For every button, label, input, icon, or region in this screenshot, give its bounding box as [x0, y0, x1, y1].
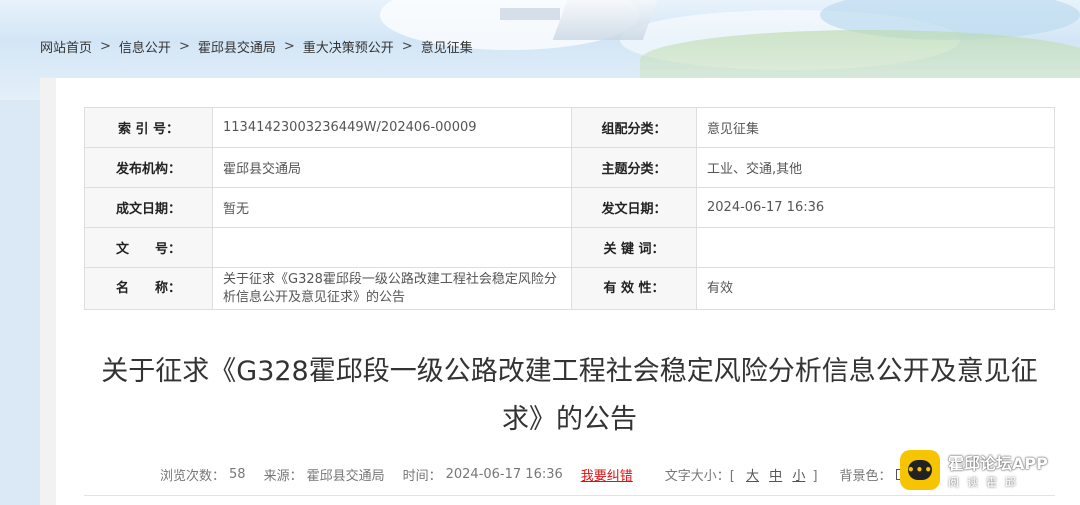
chat-bubble-icon: •••	[907, 460, 932, 480]
source-value: 霍邱县交通局	[306, 468, 385, 484]
content-edge-shade	[40, 78, 56, 505]
breadcrumb-separator: >	[100, 38, 111, 54]
meta-label-category: 组配分类：	[571, 107, 697, 148]
breadcrumb-home[interactable]: 网站首页	[40, 37, 92, 56]
document-meta-table: 索 引 号： 11341423003236449W/202406-00009 组…	[84, 107, 1055, 310]
time-label: 时间：	[402, 468, 442, 484]
meta-value-topic: 工业、交通,其他	[696, 147, 1055, 188]
meta-label-topic: 主题分类：	[571, 147, 697, 188]
font-size-control: 文字大小：[ 大 中 小 ]	[665, 465, 822, 484]
meta-value-publisher: 霍邱县交通局	[212, 147, 572, 188]
font-size-small-button[interactable]: 小	[792, 469, 805, 484]
meta-row: 名 称： 关于征求《G328霍邱段一级公路改建工程社会稳定风险分析信息公开及意见…	[84, 267, 1055, 310]
meta-label-validity: 有 效 性：	[571, 267, 697, 310]
article-info-bar: 浏览次数： 58 来源： 霍邱县交通局 时间： 2024-06-17 16:36…	[160, 464, 941, 484]
font-size-end: ]	[812, 468, 818, 484]
meta-value-name: 关于征求《G328霍邱段一级公路改建工程社会稳定风险分析信息公开及意见征求》的公…	[212, 267, 572, 310]
meta-row: 发布机构： 霍邱县交通局 主题分类： 工业、交通,其他	[84, 147, 1055, 188]
font-size-large-button[interactable]: 大	[746, 469, 759, 484]
breadcrumb-transport-bureau[interactable]: 霍邱县交通局	[198, 37, 276, 56]
article-title: 关于征求《G328霍邱段一级公路改建工程社会稳定风险分析信息公开及意见征求》的公…	[101, 356, 1038, 435]
meta-label-keywords: 关 键 词：	[571, 227, 697, 268]
breadcrumb-opinion-collection[interactable]: 意见征集	[421, 37, 473, 56]
meta-row: 成文日期： 暂无 发文日期： 2024-06-17 16:36	[84, 187, 1055, 228]
bg-color-label: 背景色：	[839, 468, 892, 484]
breadcrumb-separator: >	[283, 38, 295, 54]
meta-value-category: 意见征集	[696, 107, 1055, 148]
banner-bridge	[500, 8, 560, 20]
meta-value-keywords	[696, 227, 1055, 268]
watermark-subtitle: 阅读霍邱	[948, 476, 1024, 489]
meta-label-written-date: 成文日期：	[84, 187, 213, 228]
meta-value-written-date: 暂无	[212, 187, 572, 228]
meta-label-index: 索 引 号：	[84, 107, 213, 148]
meta-label-publisher: 发布机构：	[84, 147, 213, 188]
views-label: 浏览次数：	[160, 468, 226, 484]
meta-row: 文 号： 关 键 词：	[84, 227, 1055, 268]
meta-value-index: 11341423003236449W/202406-00009	[212, 107, 572, 148]
breadcrumb-info-public[interactable]: 信息公开	[119, 37, 171, 56]
time-value: 2024-06-17 16:36	[445, 466, 563, 482]
source-label: 来源：	[263, 468, 303, 484]
breadcrumb-separator: >	[178, 38, 190, 54]
font-size-label: 文字大小：[	[664, 468, 735, 484]
breadcrumb-separator: >	[401, 38, 413, 54]
watermark-text: 霍邱论坛APP 阅读霍邱	[948, 450, 1048, 490]
meta-label-doc-number: 文 号：	[84, 227, 213, 268]
banner-bridge	[552, 0, 658, 40]
app-watermark: ••• 霍邱论坛APP 阅读霍邱	[900, 448, 1070, 492]
content-panel: 索 引 号： 11341423003236449W/202406-00009 组…	[40, 78, 1080, 505]
breadcrumb: 网站首页 > 信息公开 > 霍邱县交通局 > 重大决策预公开 > 意见征集	[40, 36, 473, 56]
meta-label-issue-date: 发文日期：	[571, 187, 697, 228]
watermark-title: 霍邱论坛APP	[948, 454, 1048, 473]
breadcrumb-major-decisions[interactable]: 重大决策预公开	[303, 37, 394, 56]
meta-row: 索 引 号： 11341423003236449W/202406-00009 组…	[84, 107, 1055, 148]
info-divider	[84, 495, 1055, 496]
app-logo-icon: •••	[900, 450, 940, 490]
views-count: 58	[229, 466, 246, 482]
report-error-link[interactable]: 我要纠错	[581, 465, 633, 484]
font-size-medium-button[interactable]: 中	[769, 469, 782, 484]
meta-label-name: 名 称：	[84, 267, 213, 310]
meta-value-issue-date: 2024-06-17 16:36	[696, 187, 1055, 228]
meta-value-validity: 有效	[696, 267, 1055, 310]
meta-value-doc-number	[212, 227, 572, 268]
